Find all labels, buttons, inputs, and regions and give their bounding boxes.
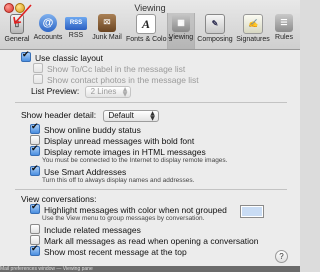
preferences-toolbar: ▯ General @ Accounts RSS RSS ⌧ Junk Mail…	[0, 13, 300, 49]
unread-bold-option[interactable]: Display unread messages with bold font	[30, 135, 194, 146]
tab-rules-label: Rules	[275, 34, 293, 41]
highlight-checkbox[interactable]	[30, 202, 40, 214]
smart-addresses-hint: Turn this off to always display names an…	[42, 177, 195, 184]
show-contact-photos-checkbox	[33, 74, 43, 84]
rss-icon: RSS	[65, 17, 87, 30]
remote-images-checkbox[interactable]	[30, 144, 40, 156]
tab-accounts-label: Accounts	[33, 34, 63, 41]
viewing-icon: ▦	[172, 14, 190, 32]
remote-images-hint: You must be connected to the Internet to…	[42, 157, 228, 164]
smart-addresses-checkbox[interactable]	[30, 164, 40, 176]
tab-rules[interactable]: ☰ Rules	[272, 13, 296, 49]
title-bar: Viewing ▯ General @ Accounts RSS RSS ⌧ J…	[0, 0, 300, 50]
include-related-checkbox[interactable]	[30, 224, 40, 234]
show-to-cc-option: Show To/Cc label in the message list	[33, 63, 185, 74]
composing-icon: ✎	[205, 14, 225, 34]
list-preview-value: 2 Lines	[90, 87, 117, 96]
tab-junk-mail[interactable]: ⌧ Junk Mail	[89, 13, 125, 49]
header-detail-popup[interactable]: Default ▲ ▼	[102, 110, 159, 122]
include-related-label: Include related messages	[44, 225, 141, 235]
include-related-option[interactable]: Include related messages	[30, 224, 141, 235]
remote-images-option[interactable]: Display remote images in HTML messages	[30, 144, 206, 157]
header-detail-value: Default	[108, 111, 134, 120]
tab-viewing-label: Viewing	[168, 34, 194, 41]
help-button[interactable]: ?	[275, 250, 288, 263]
unread-bold-label: Display unread messages with bold font	[44, 136, 195, 146]
popup-arrows-icon: ▲ ▼	[150, 110, 155, 122]
junk-mail-icon: ⌧	[98, 14, 116, 32]
show-contact-photos-option: Show contact photos in the message list	[33, 74, 199, 85]
window-title: Viewing	[134, 3, 166, 13]
use-classic-layout-label: Use classic layout	[35, 53, 104, 63]
preferences-window: Viewing ▯ General @ Accounts RSS RSS ⌧ J…	[0, 0, 300, 272]
use-classic-layout-option[interactable]: Use classic layout	[21, 50, 104, 63]
viewing-pane: Use classic layout Show To/Cc label in t…	[0, 50, 300, 272]
show-contact-photos-label: Show contact photos in the message list	[47, 75, 199, 85]
tab-rss-label: RSS	[68, 32, 84, 39]
use-classic-layout-checkbox[interactable]	[21, 50, 31, 62]
online-buddy-checkbox[interactable]	[30, 122, 40, 134]
section-divider	[15, 102, 287, 103]
tab-fonts-colors-label: Fonts & Colors	[126, 36, 173, 43]
list-preview-row: List Preview: 2 Lines ▲ ▼	[31, 86, 132, 98]
background-window-strip: Mail preferences window — Viewing pane	[0, 266, 300, 272]
tab-general-label: General	[4, 36, 30, 43]
tab-signatures-label: Signatures	[236, 36, 270, 43]
header-detail-row: Show header detail: Default ▲ ▼	[21, 110, 159, 122]
tab-fonts-colors[interactable]: A Fonts & Colors	[126, 13, 173, 49]
remote-images-label: Display remote images in HTML messages	[44, 147, 206, 157]
mark-all-read-label: Mark all messages as read when opening a…	[44, 236, 259, 246]
tab-accounts[interactable]: @ Accounts	[33, 13, 63, 49]
tab-rss[interactable]: RSS RSS	[65, 13, 87, 49]
highlight-option[interactable]: Highlight messages with color when not g…	[30, 202, 227, 215]
list-preview-popup: 2 Lines ▲ ▼	[84, 86, 132, 98]
highlight-label: Highlight messages with color when not g…	[44, 205, 227, 215]
show-recent-top-label: Show most recent message at the top	[44, 247, 187, 257]
signatures-icon: ✍	[243, 14, 263, 34]
show-recent-top-checkbox[interactable]	[30, 244, 40, 256]
show-recent-top-option[interactable]: Show most recent message at the top	[30, 244, 187, 257]
highlight-color-well[interactable]	[240, 205, 264, 218]
tab-composing[interactable]: ✎ Composing	[196, 13, 234, 49]
background-window-text: Mail preferences window — Viewing pane	[0, 266, 93, 272]
rules-icon: ☰	[275, 14, 293, 32]
red-annotation-arrow-icon	[13, 4, 32, 24]
highlight-hint: Use the View menu to group messages by c…	[42, 215, 205, 222]
online-buddy-option[interactable]: Show online buddy status	[30, 122, 141, 135]
tab-composing-label: Composing	[197, 36, 233, 43]
fonts-colors-icon: A	[136, 14, 156, 34]
header-detail-label: Show header detail:	[21, 110, 97, 120]
show-to-cc-checkbox	[33, 63, 43, 73]
tab-viewing[interactable]: ▦ Viewing	[167, 13, 195, 49]
mark-all-read-option[interactable]: Mark all messages as read when opening a…	[30, 235, 259, 246]
tab-junk-mail-label: Junk Mail	[92, 34, 122, 41]
smart-addresses-option[interactable]: Use Smart Addresses	[30, 164, 127, 177]
smart-addresses-label: Use Smart Addresses	[44, 167, 127, 177]
accounts-at-icon: @	[39, 14, 57, 32]
section-divider	[15, 189, 287, 190]
online-buddy-label: Show online buddy status	[44, 125, 141, 135]
popup-arrows-icon: ▲ ▼	[122, 86, 128, 98]
list-preview-label: List Preview:	[31, 86, 80, 96]
show-to-cc-label: Show To/Cc label in the message list	[47, 64, 186, 74]
tab-signatures[interactable]: ✍ Signatures	[235, 13, 271, 49]
